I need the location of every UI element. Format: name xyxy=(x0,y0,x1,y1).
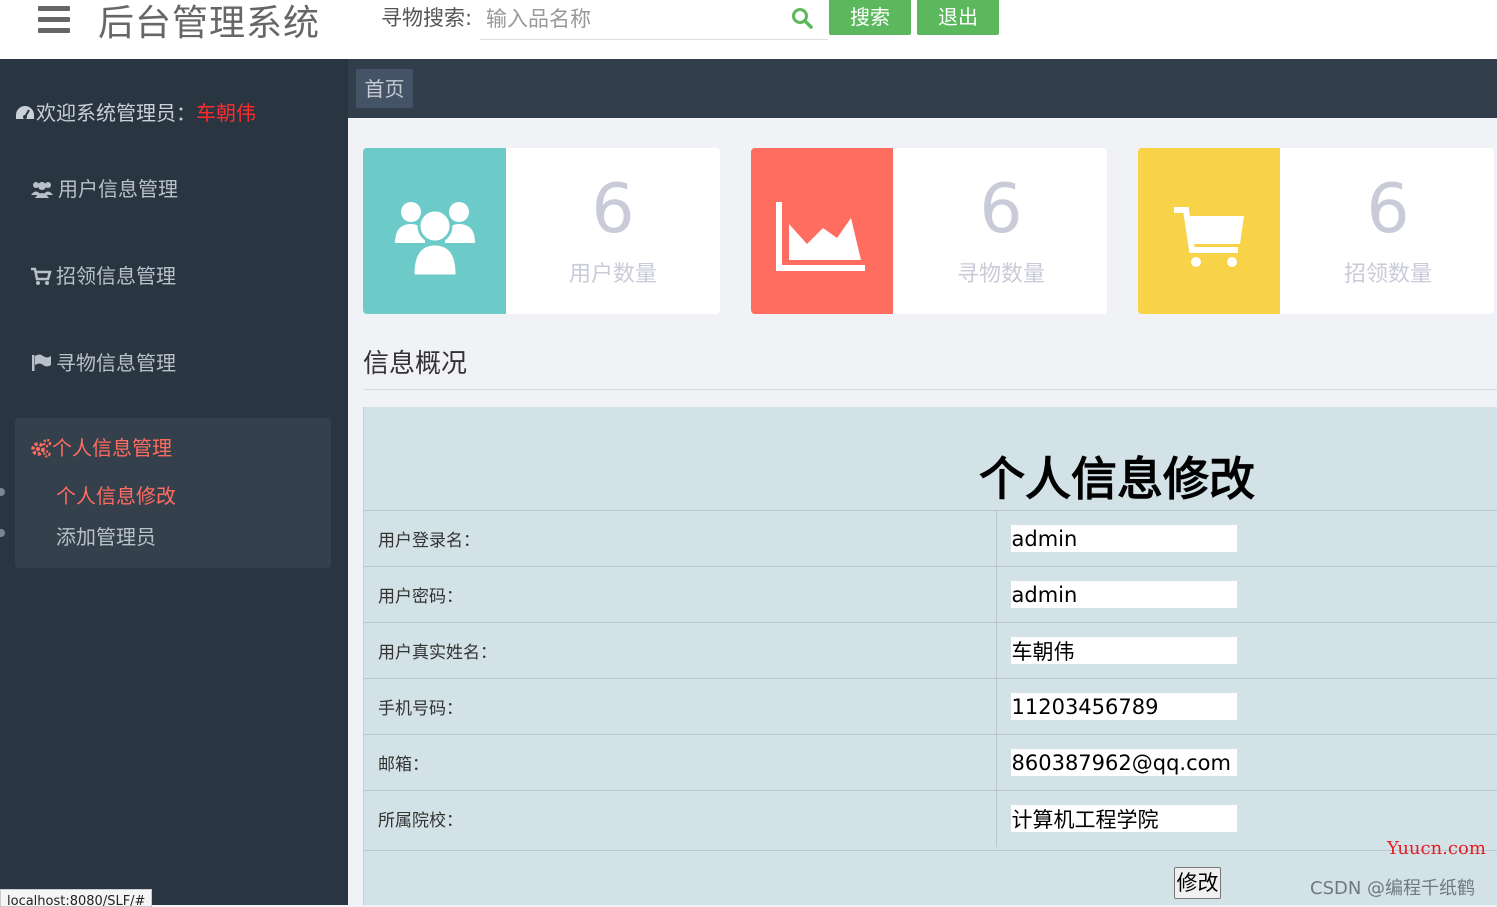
field-cell xyxy=(996,566,1497,623)
phone-field[interactable] xyxy=(1010,693,1237,720)
app-title: 后台管理系统 xyxy=(98,3,321,44)
sidebar-group-title[interactable]: 个人信息管理 xyxy=(30,432,172,461)
dashboard-icon xyxy=(16,106,34,119)
school-field[interactable] xyxy=(1010,805,1237,833)
content-header: 首页 xyxy=(348,59,1497,118)
search-icon[interactable] xyxy=(790,6,814,30)
sidebar-subitem-edit-profile[interactable]: 个人信息修改 xyxy=(56,480,176,509)
sidebar-item-label: 用户信息管理 xyxy=(58,177,178,201)
sidebar-item-label: 寻物信息管理 xyxy=(56,351,176,375)
search-label: 寻物搜索: xyxy=(381,6,473,30)
field-label: 邮箱： xyxy=(364,734,997,791)
field-cell xyxy=(996,734,1497,791)
password-field[interactable] xyxy=(1010,581,1237,608)
card-icon-area xyxy=(751,148,893,314)
form-title: 个人信息修改 xyxy=(979,452,1255,506)
stat-card-found: 6 招领数量 xyxy=(1138,148,1494,314)
sidebar-item-lost[interactable]: 寻物信息管理 xyxy=(30,347,176,376)
users-icon xyxy=(395,202,475,278)
real-name-field[interactable] xyxy=(1010,637,1237,664)
field-label: 所属院校： xyxy=(364,790,997,847)
sidebar: 欢迎系统管理员：车朝伟 用户信息管理 招领信息管理 寻物信息管理 个人信息管理 xyxy=(0,59,348,905)
search-input[interactable] xyxy=(480,0,788,38)
users-icon xyxy=(31,182,53,198)
field-cell xyxy=(996,678,1497,735)
form-row: 手机号码： xyxy=(364,678,1497,735)
status-url: localhost:8080/SLF/# xyxy=(0,889,153,907)
cart-icon xyxy=(1174,207,1244,267)
logout-button[interactable]: 退出 xyxy=(917,0,999,35)
profile-form-panel: 个人信息修改 用户登录名： 用户密码： 用户真实姓名： 手机号码： 邮箱： 所属… xyxy=(363,407,1497,905)
form-row: 用户真实姓名： xyxy=(364,622,1497,679)
sidebar-item-found[interactable]: 招领信息管理 xyxy=(30,260,176,289)
menu-toggle-icon[interactable] xyxy=(38,6,70,34)
search-field xyxy=(480,0,828,40)
welcome-message: 欢迎系统管理员：车朝伟 xyxy=(14,97,256,126)
form-row: 所属院校： xyxy=(364,790,1497,847)
field-label: 用户真实姓名： xyxy=(364,622,997,679)
admin-name: 车朝伟 xyxy=(196,101,256,125)
section-title: 信息概况 xyxy=(363,349,468,379)
card-icon-area xyxy=(363,148,506,314)
sidebar-group-profile: 个人信息管理 个人信息修改 添加管理员 xyxy=(0,418,331,568)
field-cell xyxy=(996,510,1497,567)
card-icon-area xyxy=(1138,148,1280,314)
stat-card-users: 6 用户数量 xyxy=(363,148,720,314)
stat-label: 用户数量 xyxy=(568,262,657,287)
cogs-icon xyxy=(31,438,52,458)
welcome-prefix: 欢迎系统管理员： xyxy=(36,101,196,125)
area-chart-icon xyxy=(776,202,865,271)
stat-value: 6 xyxy=(1366,170,1410,249)
stat-label: 招领数量 xyxy=(1343,262,1432,287)
submit-button[interactable]: 修改 xyxy=(1174,867,1221,899)
field-label: 手机号码： xyxy=(364,678,997,735)
section-divider xyxy=(363,389,1497,390)
watermark-site: Yuucn.com xyxy=(1387,838,1486,859)
sidebar-item-label: 招领信息管理 xyxy=(56,264,176,288)
search-button[interactable]: 搜索 xyxy=(829,0,911,35)
login-name-field[interactable] xyxy=(1010,525,1237,552)
cart-icon xyxy=(31,267,52,285)
field-label: 用户密码： xyxy=(364,566,997,623)
field-label: 用户登录名： xyxy=(364,510,997,567)
form-row: 邮箱： xyxy=(364,734,1497,791)
bullet-dot xyxy=(0,529,5,537)
sidebar-item-users[interactable]: 用户信息管理 xyxy=(30,173,178,202)
email-field[interactable] xyxy=(1010,749,1237,776)
form-row: 用户密码： xyxy=(364,566,1497,623)
form-row: 用户登录名： xyxy=(364,510,1497,567)
field-cell xyxy=(996,622,1497,679)
bullet-dot xyxy=(0,488,5,496)
sidebar-group-label: 个人信息管理 xyxy=(52,436,172,460)
stat-label: 寻物数量 xyxy=(956,262,1045,287)
profile-form-table: 用户登录名： 用户密码： 用户真实姓名： 手机号码： 邮箱： 所属院校： xyxy=(364,510,1497,847)
stat-card-lost: 6 寻物数量 xyxy=(751,148,1107,314)
sidebar-subitem-add-admin[interactable]: 添加管理员 xyxy=(56,521,156,550)
breadcrumb-home[interactable]: 首页 xyxy=(356,69,413,108)
top-header: 后台管理系统 寻物搜索: 搜索 退出 xyxy=(0,0,1497,59)
stat-value: 6 xyxy=(979,170,1023,249)
watermark-author: CSDN @编程千纸鹤 xyxy=(1310,878,1476,899)
flag-icon xyxy=(32,354,51,371)
stat-value: 6 xyxy=(591,170,635,249)
